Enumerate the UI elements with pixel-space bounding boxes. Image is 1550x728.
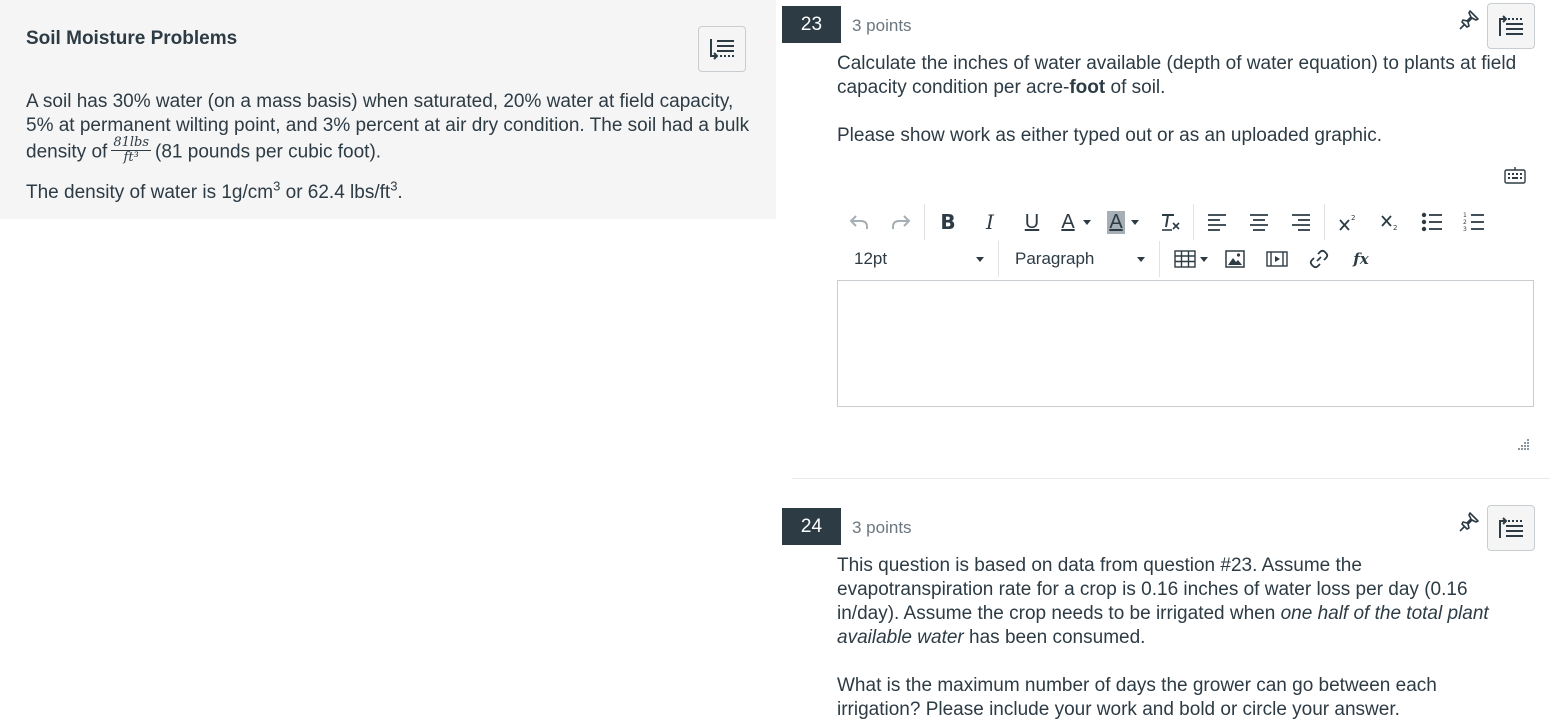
stimulus-text: . [397,182,403,203]
stimulus-text: or 62.4 lbs/ft [280,182,391,203]
question-number-badge: 24 [782,508,841,545]
fraction-denominator: ft³ [123,150,139,165]
question-instructions: What is the maximum number of days the g… [837,675,1437,720]
question-collapse-button[interactable] [1487,505,1535,551]
underline-button[interactable]: U [1011,206,1053,238]
superscript-icon: 2 [1339,214,1355,231]
pin-icon [1459,512,1479,532]
italic-button[interactable]: I [969,206,1011,238]
question-points: 3 points [852,518,912,537]
undo-icon [849,215,868,229]
block-format-select[interactable]: Paragraph [1001,243,1157,275]
question-prompt: Calculate the inches of water available … [837,52,1517,100]
insert-media-button[interactable] [1256,243,1298,275]
toolbar-separator [1193,204,1194,240]
prompt-text: of soil. [1105,77,1166,98]
chevron-down-icon [1137,256,1145,262]
align-center-icon [1250,214,1268,231]
resize-handle-icon[interactable] [1518,438,1530,450]
clear-formatting-button[interactable] [1149,206,1191,238]
question-divider [792,478,1550,479]
question-collapse-button[interactable] [1487,3,1535,49]
toolbar-separator [998,241,999,277]
text-color-button[interactable]: A [1053,206,1101,238]
collapse-list-icon [1499,517,1523,538]
redo-icon [892,215,911,229]
bullet-list-icon [1421,212,1442,232]
svg-text:1: 1 [1463,212,1467,219]
question-text: This question is based on data from ques… [837,554,1507,722]
toolbar-separator [1324,204,1325,240]
align-right-icon [1292,214,1310,231]
chevron-down-icon[interactable] [1131,219,1139,225]
question-points: 3 points [852,16,912,35]
numbered-list-icon: 123 [1463,212,1484,232]
collapse-list-icon [1499,15,1523,36]
bullet-list-button[interactable] [1411,206,1453,238]
answer-editor-area[interactable] [837,280,1534,407]
clear-formatting-icon [1162,214,1180,231]
insert-image-button[interactable] [1214,243,1256,275]
pin-question-button[interactable] [1458,9,1480,31]
prompt-bold: foot [1069,77,1106,98]
toolbar-separator [1159,241,1160,277]
chevron-down-icon [976,256,984,262]
svg-text:2: 2 [1351,214,1355,222]
editor-toolbar-row-1: B I U A A 2 2 123 [838,204,1495,240]
bulk-density-fraction: 81lbs ft³ [111,135,152,165]
pin-question-button[interactable] [1458,511,1480,533]
align-left-button[interactable] [1196,206,1238,238]
table-button[interactable] [1174,250,1208,268]
stimulus-body: A soil has 30% water (on a mass basis) w… [26,90,756,205]
keyboard-icon[interactable] [1504,166,1526,184]
stimulus-paragraph: A soil has 30% water (on a mass basis) w… [26,90,756,167]
pin-icon [1459,10,1479,30]
align-center-button[interactable] [1238,206,1280,238]
question-text: Calculate the inches of water available … [837,52,1517,148]
font-size-value: 12pt [854,249,888,268]
svg-text:3: 3 [1463,226,1467,232]
media-icon [1266,251,1288,267]
table-icon [1174,250,1196,268]
redo-button[interactable] [880,206,922,238]
question-prompt: This question is based on data from ques… [837,554,1507,650]
align-right-button[interactable] [1280,206,1322,238]
bold-button[interactable]: B [927,206,969,238]
chevron-down-icon [1200,256,1208,262]
stimulus-text: (81 pounds per cubic foot). [155,141,382,163]
insert-link-button[interactable] [1298,243,1340,275]
editor-toolbar-row-2: 12pt Paragraph fx [838,241,1382,277]
highlight-color-glyph: A [1101,206,1131,238]
superscript-button[interactable]: 2 [1327,206,1369,238]
stimulus-panel: Soil Moisture Problems A soil has 30% wa… [0,0,776,219]
subscript-icon: 2 [1381,215,1397,231]
image-icon [1225,250,1245,268]
question-number-badge: 23 [782,6,841,43]
block-format-value: Paragraph [1015,249,1095,268]
chevron-down-icon[interactable] [1083,219,1091,225]
highlight-color-button[interactable]: A [1101,206,1149,238]
numbered-list-button[interactable]: 123 [1453,206,1495,238]
link-icon [1309,249,1329,269]
equation-button[interactable]: fx [1340,243,1382,275]
prompt-text: has been consumed. [963,627,1146,648]
stimulus-title: Soil Moisture Problems [26,28,238,49]
prompt-text: Calculate the inches of water available … [837,53,1517,98]
svg-text:2: 2 [1393,224,1397,231]
question-instructions: Please show work as either typed out or … [837,125,1382,146]
undo-button[interactable] [838,206,880,238]
toolbar-separator [924,204,925,240]
collapse-stimulus-button[interactable] [698,26,746,72]
fraction-numerator: 81lbs [111,135,152,151]
text-color-glyph: A [1061,210,1075,233]
align-left-icon [1208,214,1226,231]
collapse-list-icon [710,39,734,60]
stimulus-text: The density of water is 1g/cm [26,182,274,203]
subscript-button[interactable]: 2 [1369,206,1411,238]
water-density-paragraph: The density of water is 1g/cm3 or 62.4 l… [26,180,756,205]
svg-text:2: 2 [1463,219,1467,226]
highlight-glyph: A [1107,210,1125,234]
font-size-select[interactable]: 12pt [838,243,996,275]
